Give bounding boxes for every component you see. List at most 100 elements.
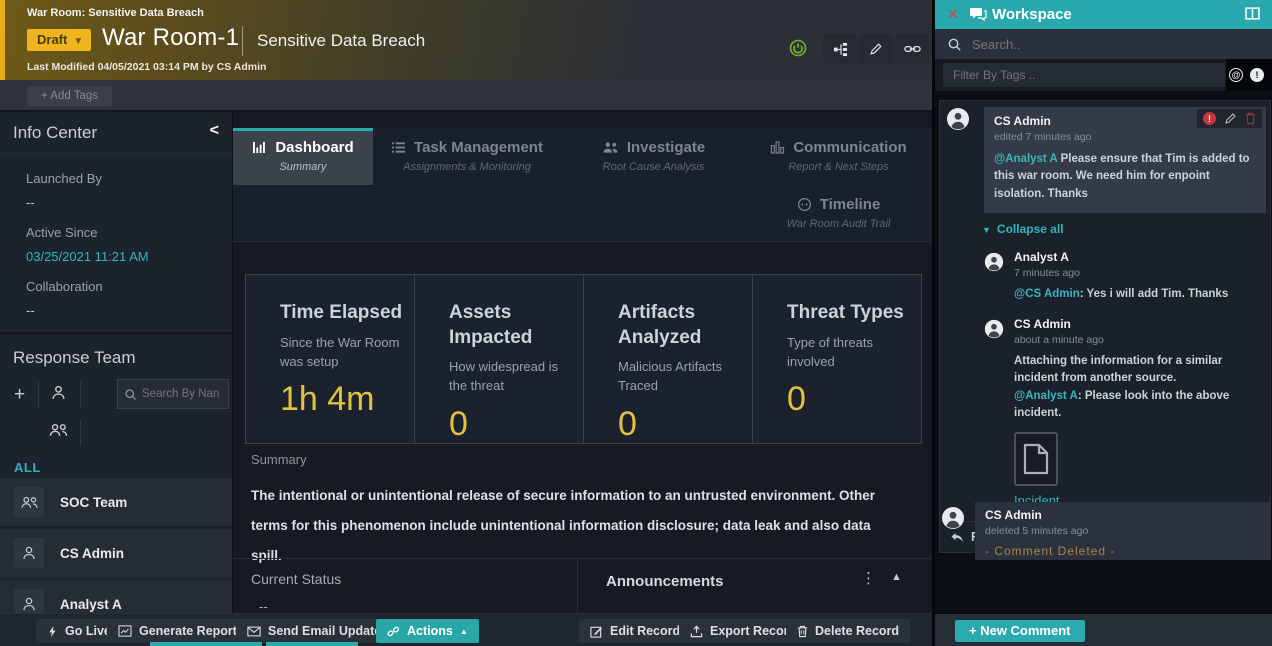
filter-by-tags-input[interactable] (943, 63, 1225, 87)
edit-button[interactable] (859, 34, 893, 64)
tags-bar: + Add Tags (0, 80, 932, 112)
avatar (984, 252, 1004, 272)
tab-investigate[interactable]: Investigate Root Cause Analysis (561, 128, 746, 185)
caret-down-icon: ▼ (982, 225, 991, 235)
deleted-comment: CS Admin deleted 5 minutes ago - Comment… (939, 502, 1271, 560)
member-row-analyst-a[interactable]: Analyst A (0, 580, 232, 613)
comment-author: CS Admin (1014, 317, 1256, 331)
status-badge[interactable]: Draft▼ (27, 29, 91, 51)
edit-square-icon (590, 625, 603, 638)
add-member-icon[interactable]: + (14, 384, 25, 406)
tab-communication[interactable]: Communication Report & Next Steps (746, 128, 931, 185)
comment-timestamp: 7 minutes ago (1014, 267, 1256, 279)
war-room-screen: War Room: Sensitive Data Breach Draft▼ W… (0, 0, 1272, 646)
file-attachment-thumbnail[interactable] (1014, 432, 1058, 486)
close-icon[interactable]: ✕ (947, 6, 959, 23)
collaboration-label: Collaboration (26, 279, 216, 294)
stat-value: 0 (787, 380, 911, 419)
filter-icon-group: @ ! (1226, 59, 1272, 91)
response-team-title: Response Team (13, 348, 232, 368)
filter-all-link[interactable]: ALL (14, 460, 232, 475)
delete-record-button[interactable]: Delete Record (786, 619, 910, 643)
page-subtitle: Sensitive Data Breach (257, 31, 425, 51)
bar-chart-icon (252, 141, 267, 154)
actions-button[interactable]: Actions ▲ (376, 619, 479, 643)
add-tags-button[interactable]: + Add Tags (27, 86, 112, 106)
tab-subtitle: Assignments & Monitoring (373, 161, 561, 173)
tab-subtitle: Root Cause Analysis (561, 161, 746, 173)
stat-description: How widespread is the threat (449, 358, 573, 396)
collapse-all-link[interactable]: ▼Collapse all (940, 213, 1270, 240)
stat-description: Type of threats involved (787, 334, 911, 372)
tab-dashboard[interactable]: Dashboard Summary (233, 128, 373, 185)
sidebar-divider (0, 332, 232, 335)
delete-comment-icon[interactable] (1245, 112, 1256, 125)
bottom-toolbar: Go Live Generate Report Send Email Updat… (0, 613, 932, 646)
page-title: War Room-1 (102, 24, 239, 52)
copy-link-button[interactable] (895, 34, 929, 64)
person-filter-icon[interactable] (50, 384, 67, 401)
summary-label: Summary (251, 452, 931, 467)
mail-icon (247, 626, 261, 637)
panel-layout-icon[interactable] (1245, 7, 1260, 20)
connection-status-icon (789, 39, 807, 57)
collapse-sidebar-icon[interactable]: < (210, 122, 219, 140)
send-email-update-button[interactable]: Send Email Update (236, 619, 392, 643)
member-row-soc-team[interactable]: SOC Team (0, 478, 232, 526)
new-comment-button[interactable]: + New Comment (955, 620, 1085, 642)
info-center-sidebar: Info Center < Launched By -- Active Sinc… (0, 112, 232, 613)
stat-value: 1h 4m (280, 380, 404, 419)
collapse-announcements-icon[interactable]: ▲ (891, 571, 902, 583)
stat-assets-impacted: Assets Impacted How widespread is the th… (414, 275, 583, 443)
avatar (941, 506, 965, 530)
active-since-value: 03/25/2021 11:21 AM (26, 249, 216, 264)
mention-link[interactable]: @Analyst A (994, 153, 1057, 165)
title-separator (242, 26, 243, 56)
member-search-box[interactable] (117, 379, 229, 409)
workspace-header: ✕ Workspace (935, 0, 1272, 29)
summary-section: Summary The intentional or unintentional… (251, 452, 931, 571)
comment-text: @CS Admin: Yes i will add Tim. Thanks (1014, 286, 1256, 303)
comment-reply: CS Admin about a minute ago Attaching th… (940, 317, 1270, 422)
org-chart-button[interactable] (823, 34, 857, 64)
users-icon (602, 141, 619, 154)
comment-text: Attaching the information for a similar … (1014, 353, 1256, 422)
comment-author: CS Admin (985, 508, 1261, 522)
stat-value: 0 (618, 405, 742, 444)
avatar (984, 319, 1004, 339)
teal-underline (150, 642, 262, 646)
important-icon[interactable]: ! (1203, 112, 1216, 125)
alert-filter-icon[interactable]: ! (1250, 68, 1264, 82)
actions-link-icon (387, 625, 400, 638)
export-icon (690, 625, 703, 638)
group-filter-icon[interactable] (48, 422, 69, 438)
tab-timeline[interactable]: Timeline War Room Audit Trail (746, 185, 931, 242)
member-search-input[interactable] (142, 388, 226, 400)
search-icon (124, 388, 137, 401)
toolbar-divider (38, 382, 39, 408)
person-icon (14, 538, 44, 568)
comment-reply: Analyst A 7 minutes ago @CS Admin: Yes i… (940, 250, 1270, 303)
workspace-search-box[interactable] (935, 29, 1272, 59)
mention-link[interactable]: @CS Admin (1014, 288, 1080, 300)
group-icon (14, 487, 44, 517)
member-row-cs-admin[interactable]: CS Admin (0, 529, 232, 577)
tab-task-management[interactable]: Task Management Assignments & Monitoring (373, 128, 561, 185)
comment-timestamp: about a minute ago (1014, 334, 1256, 346)
timeline-icon (797, 197, 812, 212)
comment-actions: ! (1197, 109, 1262, 128)
workspace-filter-row: @ ! (935, 59, 1272, 91)
member-name: SOC Team (60, 495, 127, 510)
generate-report-button[interactable]: Generate Report (107, 619, 248, 643)
kebab-menu-icon[interactable]: ⋮ (861, 569, 876, 587)
mention-filter-icon[interactable]: @ (1229, 68, 1243, 82)
avatar (946, 107, 970, 131)
comment-text: @Analyst A Please ensure that Tim is add… (994, 151, 1256, 203)
member-name: Analyst A (60, 597, 122, 612)
mention-link[interactable]: @Analyst A (1014, 390, 1078, 402)
edit-comment-icon[interactable] (1224, 112, 1237, 125)
comment-thread: CS Admin edited 7 minutes ago @Analyst A… (939, 100, 1271, 553)
workspace-title: Workspace (992, 6, 1072, 23)
edit-record-button[interactable]: Edit Record (579, 619, 691, 643)
workspace-search-input[interactable] (972, 37, 1212, 52)
